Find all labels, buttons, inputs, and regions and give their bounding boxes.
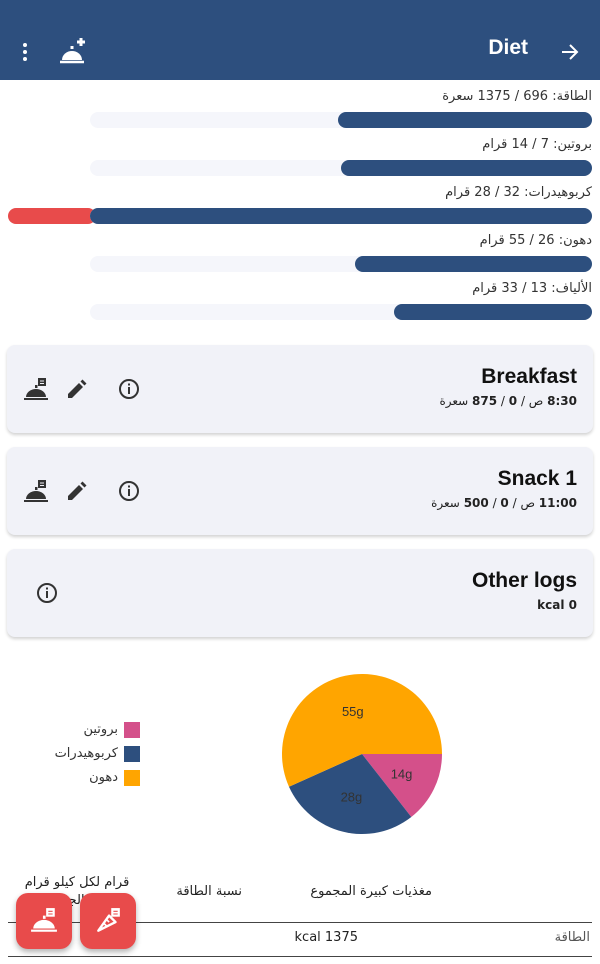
- meal-card-snack-1[interactable]: Snack 1 11:00 ص / 0 / 500 سعرة: [7, 447, 593, 535]
- meal-summary: 8:30 ص / 0 / 875 سعرة: [439, 394, 577, 408]
- add-meal-icon[interactable]: [56, 38, 88, 68]
- meal-log-icon[interactable]: [23, 377, 49, 403]
- progress-track: [90, 208, 592, 224]
- arrow-forward-icon[interactable]: [558, 40, 582, 64]
- protein-progress-label: بروتين: 7 / 14 قرام: [482, 137, 592, 152]
- meal-time-suffix: ص: [528, 394, 544, 408]
- carbs-progress-label: كربوهيدرات: 32 / 28 قرام: [445, 185, 592, 200]
- meal-unit: سعرة: [431, 496, 460, 510]
- meal-time: 8:30: [547, 394, 577, 408]
- log-food-fab[interactable]: [80, 893, 136, 949]
- other-logs-card[interactable]: Other logs kcal 0: [7, 549, 593, 637]
- info-icon[interactable]: [117, 479, 141, 503]
- other-logs-summary: kcal 0: [537, 598, 577, 612]
- info-icon[interactable]: [35, 581, 59, 605]
- progress-fill: [341, 160, 592, 176]
- meal-target: 875: [472, 394, 498, 408]
- more-vert-icon[interactable]: [14, 40, 36, 64]
- protein-progress: بروتين: 7 / 14 قرام: [0, 134, 600, 182]
- energy-progress: الطاقة: 696 / 1375 سعرة: [0, 86, 600, 134]
- row-total: kcal 1375: [294, 930, 358, 945]
- nutrient-progress-list: الطاقة: 696 / 1375 سعرة بروتين: 7 / 14 ق…: [0, 86, 600, 326]
- carbs-progress: كربوهيدرات: 32 / 28 قرام: [0, 182, 600, 230]
- fiber-progress: الألياف: 13 / 33 قرام: [0, 278, 600, 326]
- meal-time-suffix: ص: [520, 496, 535, 510]
- page-title: Diet: [488, 36, 528, 59]
- progress-fill: [355, 256, 592, 272]
- progress-over-fill: [8, 208, 96, 224]
- carrot-icon: [97, 908, 120, 932]
- other-logs-title: Other logs: [471, 569, 577, 592]
- fat-progress: دهون: 26 / 55 قرام: [0, 230, 600, 278]
- meal-target: 500: [463, 496, 489, 510]
- progress-fill: [338, 112, 592, 128]
- app-bar: Diet: [0, 0, 600, 80]
- column-header: نسبة الطاقة: [176, 884, 242, 899]
- meal-consumed: 0: [508, 394, 518, 408]
- pie-slice-label: 14g: [391, 766, 413, 781]
- meal-time: 11:00: [538, 496, 577, 510]
- progress-fill: [394, 304, 592, 320]
- progress-fill: [90, 208, 592, 224]
- progress-track: [90, 256, 592, 272]
- edit-icon[interactable]: [65, 479, 89, 503]
- macro-pie-chart: بروتين كربوهيدرات دهون 14g 28g 55g: [0, 660, 600, 850]
- pie-svg: 14g 28g 55g: [282, 674, 442, 834]
- pie-slice-label: 28g: [341, 790, 363, 805]
- column-header: مغذيات كبيرة المجموع: [310, 884, 432, 899]
- meal-log-icon[interactable]: [23, 479, 49, 505]
- edit-icon[interactable]: [65, 377, 89, 401]
- fiber-progress-label: الألياف: 13 / 33 قرام: [472, 281, 592, 296]
- add-meal-fab[interactable]: [16, 893, 72, 949]
- meal-card-breakfast[interactable]: Breakfast 8:30 ص / 0 / 875 سعرة: [7, 345, 593, 433]
- meal-unit: سعرة: [439, 394, 469, 408]
- meal-title: Breakfast: [481, 365, 577, 388]
- fat-progress-label: دهون: 26 / 55 قرام: [479, 233, 592, 248]
- meal-title: Snack 1: [497, 467, 577, 490]
- meal-summary: 11:00 ص / 0 / 500 سعرة: [431, 496, 577, 510]
- row-name: الطاقة: [554, 930, 590, 945]
- energy-progress-label: الطاقة: 696 / 1375 سعرة: [442, 89, 592, 104]
- pie-slice-label: 55g: [342, 704, 364, 719]
- meal-log-icon: [31, 908, 57, 932]
- progress-track: [90, 304, 592, 320]
- meal-consumed: 0: [500, 496, 509, 510]
- progress-track: [90, 160, 592, 176]
- progress-track: [90, 112, 592, 128]
- table-divider: [8, 956, 592, 957]
- info-icon[interactable]: [117, 377, 141, 401]
